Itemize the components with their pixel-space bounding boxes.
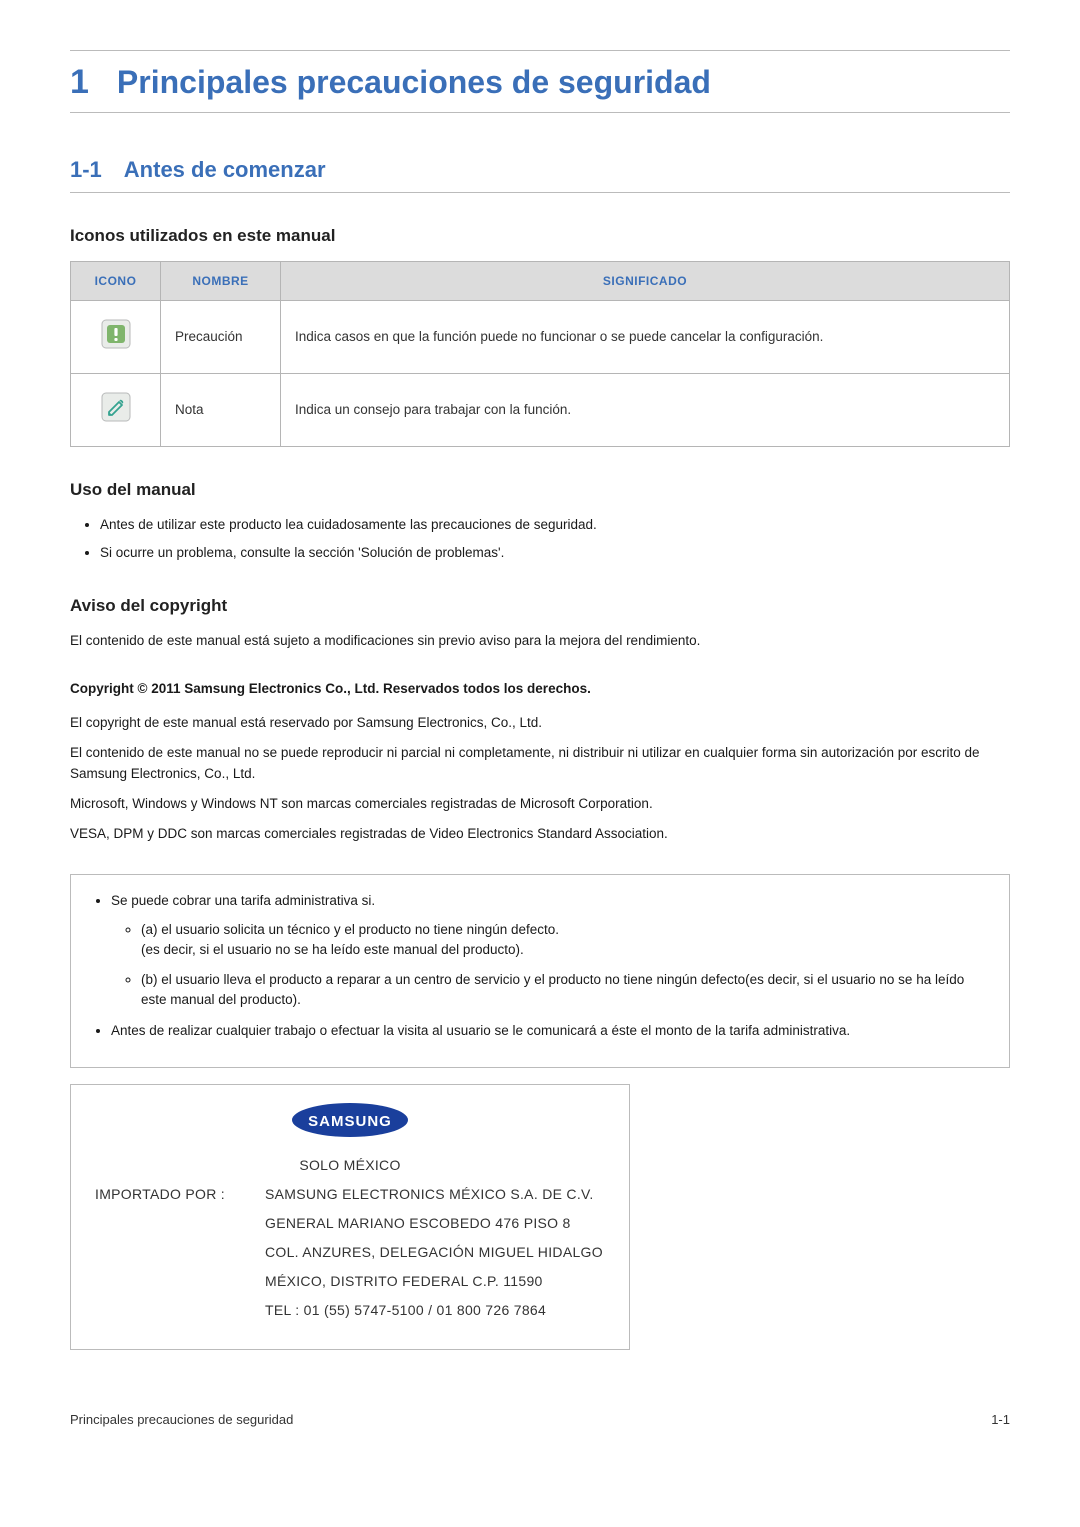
th-meaning: SIGNIFICADO	[281, 261, 1010, 300]
use-bullets: Antes de utilizar este producto lea cuid…	[70, 515, 1010, 564]
icon-meaning: Indica un consejo para trabajar con la f…	[281, 373, 1010, 446]
mexico-importado: IMPORTADO POR : SAMSUNG ELECTRONICS MÉXI…	[95, 1184, 605, 1205]
mexico-line4: MÉXICO, DISTRITO FEDERAL C.P. 11590	[95, 1271, 605, 1292]
fee-box: Se puede cobrar una tarifa administrativ…	[70, 874, 1010, 1068]
icons-heading: Iconos utilizados en este manual	[70, 223, 1010, 249]
icon-name: Precaución	[161, 300, 281, 373]
use-heading: Uso del manual	[70, 477, 1010, 503]
samsung-logo: SAMSUNG	[95, 1101, 605, 1145]
mexico-line5: TEL : 01 (55) 5747-5100 / 01 800 726 786…	[95, 1300, 605, 1321]
footer-right: 1-1	[991, 1410, 1010, 1430]
copyright-heading: Aviso del copyright	[70, 593, 1010, 619]
list-item: Antes de utilizar este producto lea cuid…	[100, 515, 1010, 535]
chapter-header: 1 Principales precauciones de seguridad	[70, 57, 1010, 113]
copyright-p5: VESA, DPM y DDC son marcas comerciales r…	[70, 824, 1010, 844]
caution-icon	[101, 319, 131, 355]
importado-label: IMPORTADO POR :	[95, 1184, 265, 1205]
th-name: NOMBRE	[161, 261, 281, 300]
icon-name: Nota	[161, 373, 281, 446]
note-icon-cell	[71, 373, 161, 446]
note-icon	[101, 392, 131, 428]
importado-value: SAMSUNG ELECTRONICS MÉXICO S.A. DE C.V.	[265, 1184, 594, 1205]
icon-table: ICONO NOMBRE SIGNIFICADO Precaución Indi…	[70, 261, 1010, 448]
copyright-p4: Microsoft, Windows y Windows NT son marc…	[70, 794, 1010, 814]
copyright-p2: El copyright de este manual está reserva…	[70, 713, 1010, 733]
fee-before: Antes de realizar cualquier trabajo o ef…	[111, 1021, 991, 1041]
section-header: 1-1 Antes de comenzar	[70, 153, 1010, 193]
icon-meaning: Indica casos en que la función puede no …	[281, 300, 1010, 373]
caution-icon-cell	[71, 300, 161, 373]
list-item: Si ocurre un problema, consulte la secci…	[100, 543, 1010, 563]
fee-a2-text: (es decir, si el usuario no se ha leído …	[141, 942, 524, 957]
fee-b: (b) el usuario lleva el producto a repar…	[141, 970, 991, 1011]
mexico-line2: GENERAL MARIANO ESCOBEDO 476 PISO 8	[95, 1213, 605, 1234]
fee-intro: Se puede cobrar una tarifa administrativ…	[111, 891, 991, 1010]
fee-a: (a) el usuario solicita un técnico y el …	[141, 920, 991, 961]
fee-intro-text: Se puede cobrar una tarifa administrativ…	[111, 893, 375, 908]
copyright-p3: El contenido de este manual no se puede …	[70, 743, 1010, 784]
section-number: 1-1	[70, 153, 102, 186]
table-row: Precaución Indica casos en que la funció…	[71, 300, 1010, 373]
table-row: Nota Indica un consejo para trabajar con…	[71, 373, 1010, 446]
th-icon: ICONO	[71, 261, 161, 300]
fee-a-text: (a) el usuario solicita un técnico y el …	[141, 922, 559, 937]
page-footer: Principales precauciones de seguridad 1-…	[70, 1410, 1010, 1430]
section-title: Antes de comenzar	[124, 153, 326, 186]
mexico-box: SAMSUNG SOLO MÉXICO IMPORTADO POR : SAMS…	[70, 1084, 630, 1350]
copyright-p1: El contenido de este manual está sujeto …	[70, 631, 1010, 651]
mexico-solo: SOLO MÉXICO	[95, 1155, 605, 1176]
svg-text:SAMSUNG: SAMSUNG	[308, 1113, 392, 1130]
mexico-line3: COL. ANZURES, DELEGACIÓN MIGUEL HIDALGO	[95, 1242, 605, 1263]
chapter-title: Principales precauciones de seguridad	[117, 58, 711, 106]
copyright-bold: Copyright © 2011 Samsung Electronics Co.…	[70, 679, 1010, 699]
chapter-number: 1	[70, 57, 89, 108]
chapter-top-rule	[70, 50, 1010, 51]
footer-left: Principales precauciones de seguridad	[70, 1410, 293, 1430]
